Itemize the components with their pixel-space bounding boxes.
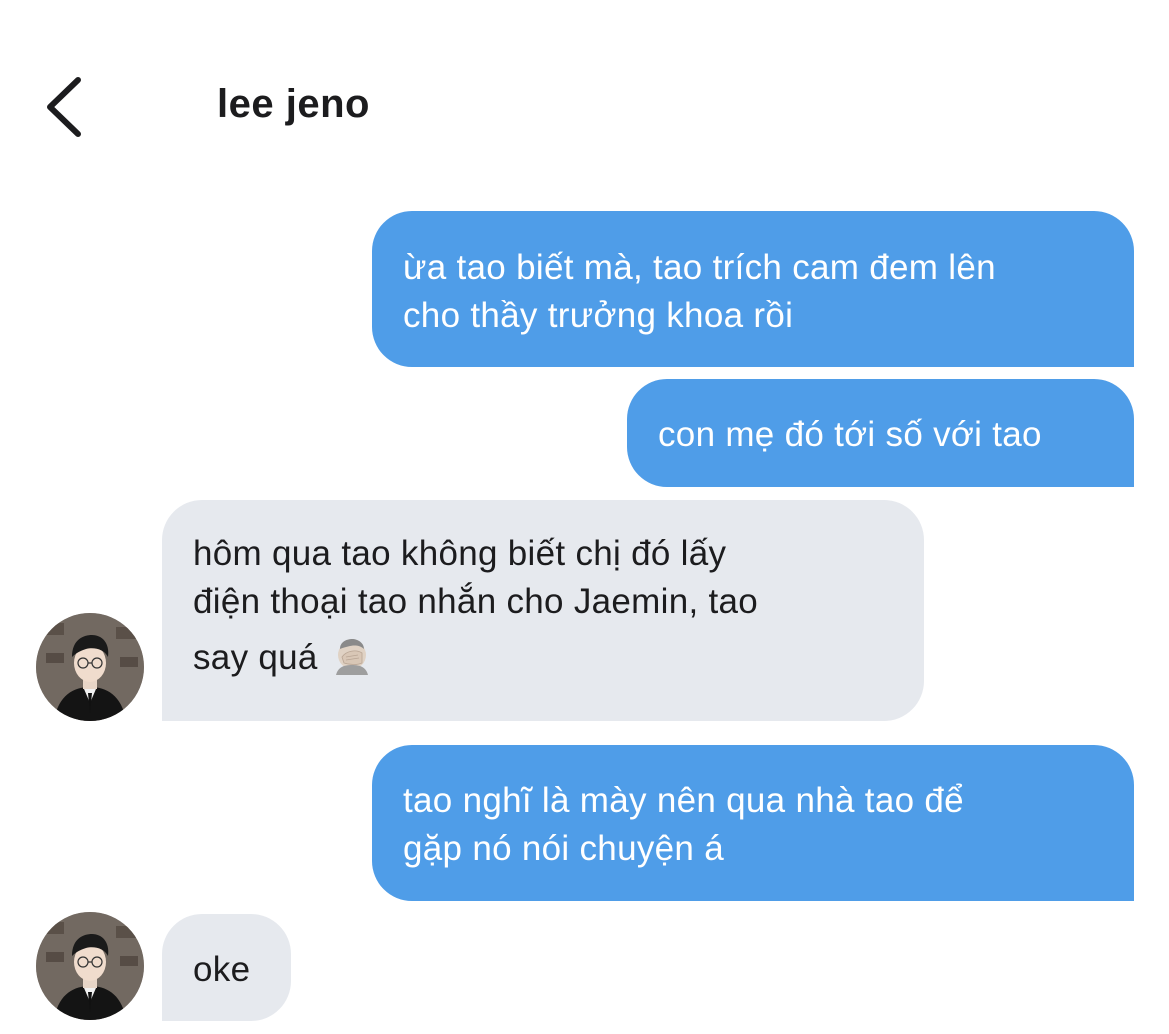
message-line: ừa tao biết mà, tao trích cam đem lên <box>403 248 996 287</box>
avatar[interactable] <box>36 613 144 721</box>
avatar-image <box>36 613 144 721</box>
message-line: gặp nó nói chuyện á <box>403 829 724 868</box>
chevron-left-icon <box>47 77 81 137</box>
avatar-image <box>36 912 144 1020</box>
avatar[interactable] <box>36 912 144 1020</box>
contact-name[interactable]: lee jeno <box>217 82 370 127</box>
message-line: điện thoại tao nhắn cho Jaemin, tao <box>193 582 759 621</box>
message-bubble-outgoing[interactable]: con mẹ đó tới số với tao <box>627 379 1134 487</box>
message-line: hôm qua tao không biết chị đó lấy <box>193 534 727 573</box>
face-palm-icon <box>335 639 368 675</box>
message-bubble-incoming[interactable]: oke <box>162 914 291 1021</box>
message-line: cho thầy trưởng khoa rồi <box>403 296 794 335</box>
message-line: say quá <box>193 638 318 677</box>
message-line: tao nghĩ là mày nên qua nhà tao để <box>403 781 964 820</box>
message-bubble-outgoing[interactable]: ừa tao biết mà, tao trích cam đem lên ch… <box>372 211 1134 367</box>
message-bubble-incoming[interactable]: hôm qua tao không biết chị đó lấy điện t… <box>162 500 924 721</box>
chat-header: lee jeno <box>0 0 1169 190</box>
message-bubble-outgoing[interactable]: tao nghĩ là mày nên qua nhà tao để gặp n… <box>372 745 1134 901</box>
message-line: con mẹ đó tới số với tao <box>658 415 1042 454</box>
back-button[interactable] <box>36 70 96 144</box>
message-line: oke <box>193 950 251 989</box>
